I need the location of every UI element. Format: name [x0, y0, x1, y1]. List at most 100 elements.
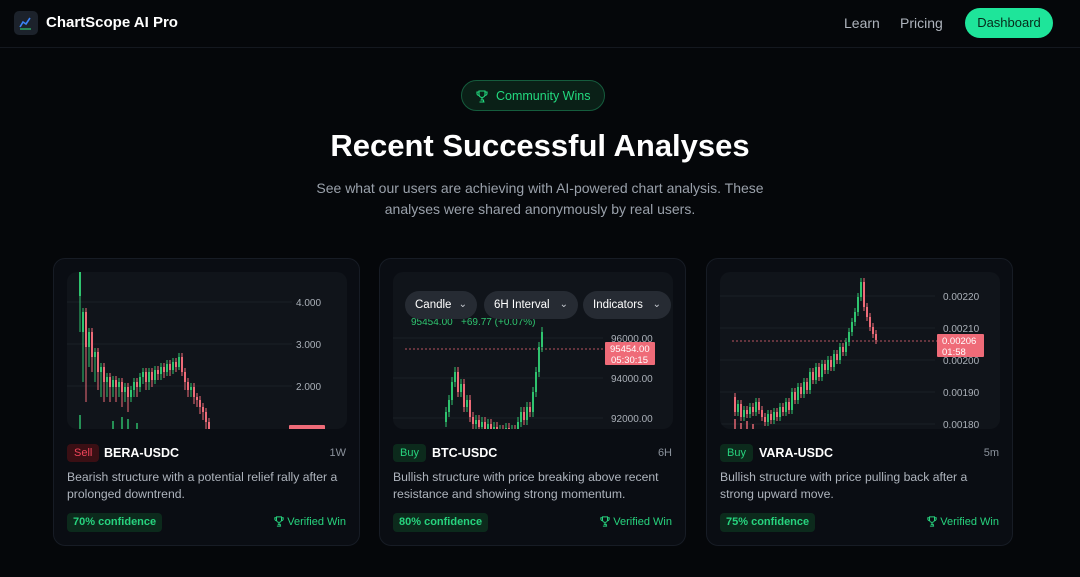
candle: [526, 407, 528, 420]
pair-name: BERA-USDC: [104, 446, 179, 460]
timeframe: 1W: [329, 447, 347, 459]
candle: [172, 362, 174, 370]
candle: [94, 352, 96, 357]
candle: [523, 412, 525, 420]
candle: [737, 404, 739, 412]
badge-label: Community Wins: [496, 89, 591, 103]
candle: [860, 282, 862, 297]
candle: [154, 370, 156, 380]
candle: [767, 414, 769, 422]
signal-badge: Buy: [720, 444, 753, 462]
candle: [202, 407, 204, 412]
verified-win: Verified Win: [927, 516, 999, 528]
analysis-card-btc[interactable]: 95454.00 +69.77 (+0.07%) 96000.00 94000.…: [379, 258, 686, 546]
chevron-down-icon: ⌄: [458, 299, 467, 310]
description-line: Bullish structure with price breaking ab…: [393, 470, 659, 484]
candle: [181, 357, 183, 372]
candle: [145, 372, 147, 382]
candle: [794, 392, 796, 400]
candle: [478, 420, 480, 427]
verified-win: Verified Win: [274, 516, 346, 528]
nav-link-learn[interactable]: Learn: [844, 15, 880, 31]
volume-bar: [734, 419, 736, 429]
nav-link-pricing[interactable]: Pricing: [900, 15, 943, 31]
volume-bar: [136, 423, 138, 429]
analysis-card-vara[interactable]: 0.00220 0.00210 0.00200 0.00190 0.00180 …: [706, 258, 1013, 546]
verified-label: Verified Win: [613, 516, 672, 528]
candle: [109, 377, 111, 387]
confidence-badge: 70% confidence: [67, 513, 163, 532]
trophy-icon: [600, 516, 610, 527]
analysis-description: Bearish structure with a potential relie…: [67, 469, 349, 503]
price-tag: 95454.00: [610, 344, 650, 355]
trophy-icon: [927, 516, 937, 527]
candle: [782, 407, 784, 412]
candle: [136, 382, 138, 387]
candle: [121, 382, 123, 392]
timeframe: 6H: [657, 447, 672, 459]
trophy-icon: [274, 516, 284, 527]
confidence-badge: 80% confidence: [393, 513, 489, 532]
analysis-card-bera[interactable]: 4.000 3.000 2.000 Sell BERA-USDC 1W Bear…: [53, 258, 360, 546]
candle: [755, 402, 757, 412]
candle: [190, 387, 192, 390]
countdown: 05:30:15: [611, 355, 648, 366]
candle: [797, 387, 799, 400]
description-line: Bearish structure with a potential relie…: [67, 470, 338, 484]
volume-bar: [121, 417, 123, 429]
candle: [196, 397, 198, 400]
volume-bar: [112, 421, 114, 429]
candle: [529, 407, 531, 412]
description-line: Bullish structure with price pulling bac…: [720, 470, 968, 484]
candle: [734, 397, 736, 412]
candle: [517, 422, 519, 429]
candle: [839, 347, 841, 360]
candle: [481, 422, 483, 427]
candle: [112, 380, 114, 387]
candle: [151, 372, 153, 380]
candle: [142, 372, 144, 377]
chevron-down-icon: ⌄: [652, 299, 661, 310]
analysis-description: Bullish structure with price breaking ab…: [393, 469, 675, 503]
candle: [187, 382, 189, 390]
candle: [743, 410, 745, 417]
brand-name[interactable]: ChartScope AI Pro: [46, 14, 178, 31]
candle: [148, 372, 150, 382]
candle: [785, 402, 787, 412]
candle: [812, 372, 814, 380]
candle: [821, 364, 823, 377]
candle: [830, 360, 832, 367]
candle: [508, 428, 510, 429]
dropdown-label: 6H Interval: [494, 299, 550, 311]
candle: [169, 364, 171, 370]
candle: [863, 282, 865, 307]
candle: [91, 332, 93, 357]
candlestick-chart: 4.000 3.000 2.000: [67, 272, 325, 429]
candle: [532, 392, 534, 412]
chart-type-dropdown[interactable]: Candle ⌄: [405, 291, 477, 319]
chart-preview: 4.000 3.000 2.000: [67, 272, 347, 429]
axis-tick: 92000.00: [611, 414, 653, 425]
countdown: 01:58: [942, 347, 966, 358]
candle: [773, 412, 775, 420]
candle: [448, 400, 450, 412]
dashboard-button[interactable]: Dashboard: [965, 8, 1053, 38]
pair-name: VARA-USDC: [759, 446, 834, 460]
description-line: strong upward move.: [720, 487, 834, 501]
indicators-dropdown[interactable]: Indicators ⌄: [583, 291, 671, 319]
candle: [199, 400, 201, 407]
candle: [842, 347, 844, 352]
candle: [758, 402, 760, 410]
navbar: ChartScope AI Pro Learn Pricing Dashboar…: [0, 0, 1080, 48]
interval-dropdown[interactable]: 6H Interval ⌄: [484, 291, 578, 319]
candle: [806, 382, 808, 390]
candle: [788, 402, 790, 410]
candle: [541, 332, 543, 347]
logo-icon[interactable]: [14, 11, 38, 35]
candle: [97, 352, 99, 372]
confidence-badge: 75% confidence: [720, 513, 816, 532]
candle: [872, 327, 874, 334]
candle: [791, 392, 793, 410]
candle: [166, 364, 168, 372]
candle: [496, 427, 498, 429]
